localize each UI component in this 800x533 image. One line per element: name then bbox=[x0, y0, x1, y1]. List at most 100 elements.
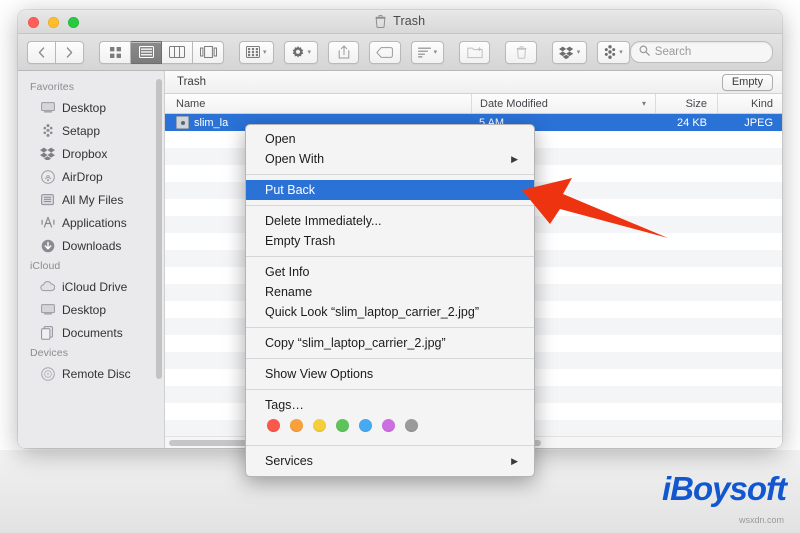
sidebar-item-documents[interactable]: Documents bbox=[18, 321, 164, 344]
menu-item-rename[interactable]: Rename bbox=[246, 282, 534, 302]
cell-kind: JPEG bbox=[744, 116, 773, 129]
dropbox-button[interactable]: ▾ bbox=[551, 40, 588, 64]
sidebar-item-all-my-files[interactable]: All My Files bbox=[18, 188, 164, 211]
view-mode-buttons bbox=[99, 40, 224, 64]
tag-color-purple[interactable] bbox=[382, 419, 395, 432]
path-bar-label: Trash bbox=[177, 76, 206, 88]
dropbox-icon bbox=[40, 146, 55, 161]
sidebar-item-label: Desktop bbox=[62, 100, 107, 115]
nav-buttons bbox=[27, 40, 84, 64]
menu-item-tags[interactable]: Tags… bbox=[246, 395, 534, 415]
jpeg-file-icon bbox=[176, 116, 189, 129]
arrange-button[interactable]: ▾ bbox=[410, 40, 445, 64]
menu-item-copy[interactable]: Copy “slim_laptop_carrier_2.jpg” bbox=[246, 333, 534, 353]
sidebar-item-dropbox[interactable]: Dropbox bbox=[18, 142, 164, 165]
menu-item-delete-immediately[interactable]: Delete Immediately... bbox=[246, 211, 534, 231]
sidebar-section-devices-header: Devices bbox=[30, 347, 69, 359]
window-title-text: Trash bbox=[393, 14, 426, 28]
sidebar-item-label: Downloads bbox=[62, 238, 122, 253]
applications-icon bbox=[40, 215, 55, 230]
search-placeholder: Search bbox=[654, 46, 692, 58]
menu-item-label: Show View Options bbox=[265, 367, 374, 381]
downloads-icon bbox=[40, 238, 55, 253]
menu-item-label: Rename bbox=[265, 285, 313, 299]
back-button[interactable] bbox=[27, 40, 56, 64]
column-header-date-modified[interactable]: Date Modified ▾ bbox=[471, 94, 655, 113]
menu-item-services[interactable]: Services ▶ bbox=[246, 451, 534, 471]
sidebar-scrollbar[interactable] bbox=[156, 79, 162, 379]
trash-icon bbox=[375, 14, 386, 31]
submenu-arrow-icon: ▶ bbox=[511, 153, 518, 164]
sidebar: Favorites Desktop Setapp Dropbox AirDrop… bbox=[18, 71, 165, 448]
menu-item-label: Copy “slim_laptop_carrier_2.jpg” bbox=[265, 336, 446, 350]
sidebar-item-label: Applications bbox=[62, 215, 127, 230]
sidebar-item-icloud-desktop[interactable]: Desktop bbox=[18, 298, 164, 321]
sidebar-item-setapp[interactable]: Setapp bbox=[18, 119, 164, 142]
tag-color-orange[interactable] bbox=[290, 419, 303, 432]
share-button[interactable] bbox=[328, 40, 360, 64]
tag-color-red[interactable] bbox=[267, 419, 280, 432]
sidebar-item-downloads[interactable]: Downloads bbox=[18, 234, 164, 257]
tag-color-gray[interactable] bbox=[405, 419, 418, 432]
menu-separator bbox=[246, 256, 534, 257]
sidebar-item-applications[interactable]: Applications bbox=[18, 211, 164, 234]
menu-item-show-view-options[interactable]: Show View Options bbox=[246, 364, 534, 384]
list-view-button[interactable] bbox=[131, 40, 162, 64]
action-gear-button[interactable]: ▾ bbox=[283, 40, 319, 64]
menu-item-open-with[interactable]: Open With ▶ bbox=[246, 149, 534, 169]
tag-color-yellow[interactable] bbox=[313, 419, 326, 432]
path-bar: Trash Empty bbox=[165, 71, 782, 94]
icon-view-button[interactable] bbox=[99, 40, 131, 64]
desktop-icon bbox=[40, 100, 55, 115]
menu-separator bbox=[246, 174, 534, 175]
setapp-button[interactable]: ▾ bbox=[597, 40, 630, 64]
chevron-down-icon: ▾ bbox=[619, 48, 623, 56]
window-titlebar: Trash bbox=[18, 10, 782, 34]
icloud-icon bbox=[40, 279, 55, 294]
sidebar-item-label: AirDrop bbox=[62, 169, 103, 184]
empty-trash-button[interactable]: Empty bbox=[721, 73, 773, 91]
menu-item-label: Open With bbox=[265, 152, 325, 166]
menu-item-label: Services bbox=[265, 454, 313, 468]
context-menu: Open Open With ▶ Put Back Delete Immedia… bbox=[245, 124, 535, 477]
watermark-text: iBoysoft bbox=[662, 470, 787, 507]
menu-item-label: Empty Trash bbox=[265, 234, 336, 248]
sidebar-item-remote-disc[interactable]: Remote Disc bbox=[18, 362, 164, 385]
disc-icon bbox=[40, 366, 55, 381]
chevron-down-icon: ▾ bbox=[307, 48, 312, 56]
delete-button[interactable] bbox=[505, 40, 537, 64]
new-folder-button[interactable] bbox=[459, 40, 491, 64]
column-header-name[interactable]: Name bbox=[165, 94, 471, 113]
chevron-down-icon: ▾ bbox=[263, 48, 267, 56]
tag-color-green[interactable] bbox=[336, 419, 349, 432]
search-icon bbox=[639, 43, 650, 61]
menu-item-label: Quick Look “slim_laptop_carrier_2.jpg” bbox=[265, 305, 479, 319]
menu-item-open[interactable]: Open bbox=[246, 129, 534, 149]
menu-item-empty-trash[interactable]: Empty Trash bbox=[246, 231, 534, 251]
column-header-kind[interactable]: Kind bbox=[717, 94, 782, 113]
all-my-files-icon bbox=[40, 192, 55, 207]
sidebar-item-icloud-drive[interactable]: iCloud Drive bbox=[18, 275, 164, 298]
menu-separator bbox=[246, 389, 534, 390]
sidebar-section-favorites-header: Favorites bbox=[30, 81, 75, 93]
group-button[interactable]: ▾ bbox=[239, 40, 274, 64]
search-input[interactable]: Search bbox=[629, 41, 773, 63]
sidebar-item-airdrop[interactable]: AirDrop bbox=[18, 165, 164, 188]
menu-item-get-info[interactable]: Get Info bbox=[246, 262, 534, 282]
column-header-size[interactable]: Size bbox=[655, 94, 717, 113]
forward-button[interactable] bbox=[56, 40, 84, 64]
tag-button[interactable] bbox=[369, 40, 401, 64]
menu-item-quick-look[interactable]: Quick Look “slim_laptop_carrier_2.jpg” bbox=[246, 302, 534, 322]
sidebar-item-desktop[interactable]: Desktop bbox=[18, 96, 164, 119]
menu-item-label: Open bbox=[265, 132, 296, 146]
sidebar-item-label: Remote Disc bbox=[62, 366, 131, 381]
watermark-brand: iBoysoft bbox=[662, 470, 787, 507]
menu-item-label: Put Back bbox=[265, 183, 316, 197]
column-view-button[interactable] bbox=[162, 40, 193, 64]
tag-color-blue[interactable] bbox=[359, 419, 372, 432]
sidebar-item-label: iCloud Drive bbox=[62, 279, 128, 294]
menu-separator bbox=[246, 327, 534, 328]
gallery-view-button[interactable] bbox=[193, 40, 224, 64]
menu-item-put-back[interactable]: Put Back bbox=[246, 180, 534, 200]
menu-item-label: Get Info bbox=[265, 265, 310, 279]
